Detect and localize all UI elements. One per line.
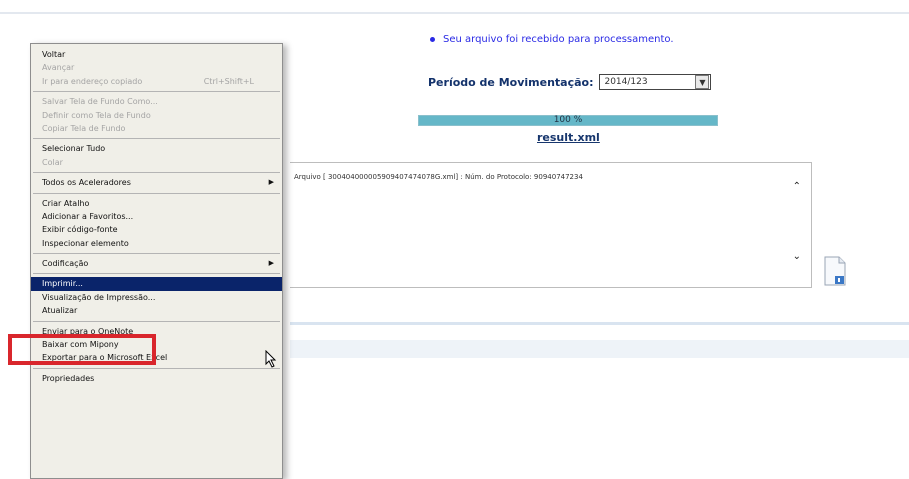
menu-item-shortcut: Ctrl+Shift+L: [203, 76, 254, 86]
status-message: Seu arquivo foi recebido para processame…: [430, 34, 674, 45]
menu-item-selecionar-tudo[interactable]: Selecionar Tudo: [31, 142, 282, 155]
menu-item-label: Salvar Tela de Fundo Como...: [42, 97, 158, 107]
mouse-cursor-icon: [265, 350, 277, 368]
menu-item-todos-os-aceleradores[interactable]: Todos os Aceleradores ▶: [31, 176, 282, 189]
progress-bar: 100 %: [418, 115, 718, 126]
menu-item-label: Definir como Tela de Fundo: [42, 110, 151, 120]
menu-item-visualizacao-de-impressao[interactable]: Visualização de Impressão...: [31, 291, 282, 304]
content-divider: [290, 322, 909, 325]
menu-separator: [33, 320, 280, 322]
chevron-up-icon[interactable]: ⌃: [793, 181, 801, 192]
menu-item-propriedades[interactable]: Propriedades: [31, 372, 282, 385]
top-divider: [0, 12, 909, 14]
menu-separator: [33, 253, 280, 255]
menu-item-label: Exibir código-fonte: [42, 225, 118, 235]
menu-separator: [33, 172, 280, 174]
menu-separator: [33, 138, 280, 140]
menu-item-label: Copiar Tela de Fundo: [42, 123, 126, 133]
menu-item-label: Propriedades: [42, 373, 95, 383]
result-file-link[interactable]: result.xml: [537, 131, 600, 144]
menu-item-adicionar-a-favoritos[interactable]: Adicionar a Favoritos...: [31, 210, 282, 223]
chevron-down-icon[interactable]: ▼: [695, 75, 710, 89]
menu-separator: [33, 273, 280, 275]
menu-item-label: Voltar: [42, 50, 66, 59]
annotation-highlight: [8, 334, 156, 365]
footer-band: [290, 340, 909, 358]
menu-item-label: Todos os Aceleradores: [42, 178, 131, 188]
menu-separator: [33, 192, 280, 194]
period-label: Período de Movimentação:: [428, 75, 594, 89]
document-icon[interactable]: [823, 256, 847, 286]
submenu-arrow-icon: ▶: [268, 259, 274, 268]
menu-item-label: Selecionar Tudo: [42, 144, 106, 154]
menu-item-exibir-codigo-fonte[interactable]: Exibir código-fonte: [31, 223, 282, 236]
menu-item-label: Codificação: [42, 259, 89, 269]
menu-item-definir-como-tela-de-fundo: Definir como Tela de Fundo: [31, 109, 282, 122]
menu-item-label: Inspecionar elemento: [42, 238, 129, 248]
menu-item-copiar-tela-de-fundo: Copiar Tela de Fundo: [31, 122, 282, 135]
menu-item-label: Colar: [42, 157, 63, 167]
menu-item-criar-atalho[interactable]: Criar Atalho: [31, 197, 282, 210]
menu-item-label: Criar Atalho: [42, 198, 90, 208]
menu-item-imprimir[interactable]: Imprimir...: [31, 277, 282, 291]
menu-item-label: Atualizar: [42, 306, 78, 316]
log-textarea[interactable]: Arquivo [ 300404000005909407474078G.xml]…: [290, 162, 812, 288]
menu-item-atualizar[interactable]: Atualizar: [31, 304, 282, 317]
context-menu: Voltar Avançar Ir para endereço copiado Ctr…: [30, 43, 283, 479]
menu-item-label: Imprimir...: [42, 279, 83, 289]
menu-item-salvar-tela-de-fundo-como: Salvar Tela de Fundo Como...: [31, 95, 282, 108]
menu-separator: [33, 367, 280, 369]
menu-item-label: Avançar: [42, 63, 75, 73]
menu-item-label: Ir para endereço copiado: [42, 76, 143, 86]
menu-separator: [33, 91, 280, 93]
period-row: Período de Movimentação: 2014/123 ▼: [428, 74, 712, 90]
menu-item-voltar[interactable]: Voltar: [31, 48, 282, 61]
menu-item-label: Visualização de Impressão...: [42, 292, 156, 302]
submenu-arrow-icon: ▶: [268, 178, 274, 187]
bullet-icon: [430, 37, 435, 42]
status-message-text: Seu arquivo foi recebido para processame…: [443, 34, 674, 45]
menu-item-inspecionar-elemento[interactable]: Inspecionar elemento: [31, 237, 282, 250]
menu-item-codificacao[interactable]: Codificação ▶: [31, 257, 282, 270]
log-line: Arquivo [ 300404000005909407474078G.xml]…: [294, 173, 583, 181]
period-select[interactable]: 2014/123 ▼: [599, 74, 712, 90]
menu-item-avancar: Avançar: [31, 61, 282, 74]
menu-item-ir-para-endereco-copiado: Ir para endereço copiado Ctrl+Shift+L: [31, 75, 282, 88]
menu-item-label: Adicionar a Favoritos...: [42, 211, 134, 221]
menu-item-colar: Colar: [31, 156, 282, 169]
progress-label: 100 %: [553, 115, 583, 125]
chevron-down-icon[interactable]: ⌄: [793, 251, 801, 262]
period-select-value: 2014/123: [604, 77, 648, 87]
